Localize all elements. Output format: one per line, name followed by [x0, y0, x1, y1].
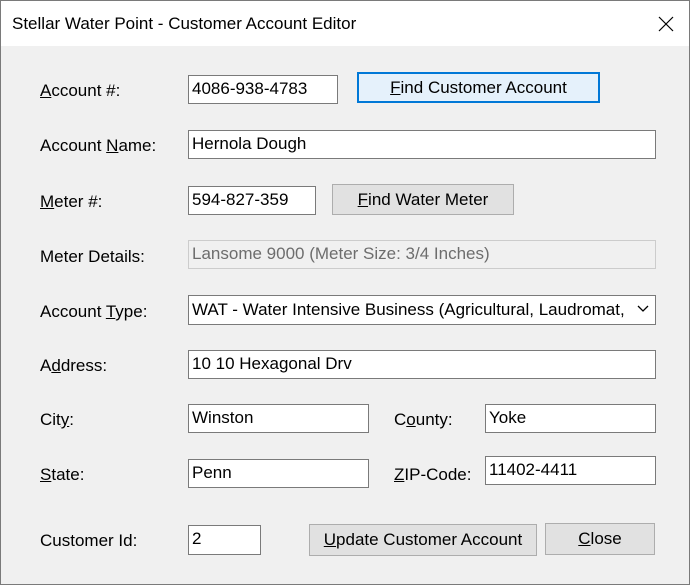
find-water-meter-button[interactable]: Find Water Meter: [332, 184, 514, 215]
state-label: State:: [40, 465, 85, 484]
close-button[interactable]: Close: [545, 523, 655, 555]
customer-id-input[interactable]: 2: [188, 525, 261, 555]
account-type-select[interactable]: WAT - Water Intensive Business (Agricult…: [188, 295, 656, 325]
account-name-input[interactable]: Hernola Dough: [188, 130, 656, 159]
title-bar: Stellar Water Point - Customer Account E…: [1, 1, 689, 46]
close-icon: [658, 16, 674, 31]
zip-code-label: ZIP-Code:: [394, 465, 472, 484]
account-type-value: WAT - Water Intensive Business (Agricult…: [192, 300, 628, 319]
city-label: City:: [40, 410, 75, 429]
meter-number-label: Meter #:: [40, 192, 103, 211]
account-number-label: Account #:: [40, 81, 121, 100]
meter-details-field: Lansome 9000 (Meter Size: 3/4 Inches): [188, 240, 656, 269]
meter-number-input[interactable]: 594-827-359: [188, 186, 316, 215]
zip-code-input[interactable]: 11402-4411: [485, 456, 656, 485]
county-label: County:: [394, 410, 453, 429]
account-name-label: Account Name:: [40, 136, 157, 155]
account-type-label: Account Type:: [40, 302, 148, 321]
window-close-button[interactable]: [643, 1, 689, 46]
customer-id-label: Customer Id:: [40, 531, 138, 550]
county-input[interactable]: Yoke: [485, 404, 656, 433]
meter-details-label: Meter Details:: [40, 247, 145, 266]
window-title: Stellar Water Point - Customer Account E…: [12, 14, 357, 33]
address-label: Address:: [40, 356, 108, 375]
account-number-input[interactable]: 4086-938-4783: [188, 75, 338, 104]
address-input[interactable]: 10 10 Hexagonal Drv: [188, 350, 656, 379]
find-customer-account-button[interactable]: Find Customer Account: [357, 72, 600, 103]
customer-account-editor-window: Stellar Water Point - Customer Account E…: [0, 0, 690, 585]
state-input[interactable]: Penn: [188, 459, 369, 488]
chevron-down-icon: [637, 305, 649, 312]
update-customer-account-button[interactable]: Update Customer Account: [309, 524, 537, 556]
city-input[interactable]: Winston: [188, 404, 369, 433]
